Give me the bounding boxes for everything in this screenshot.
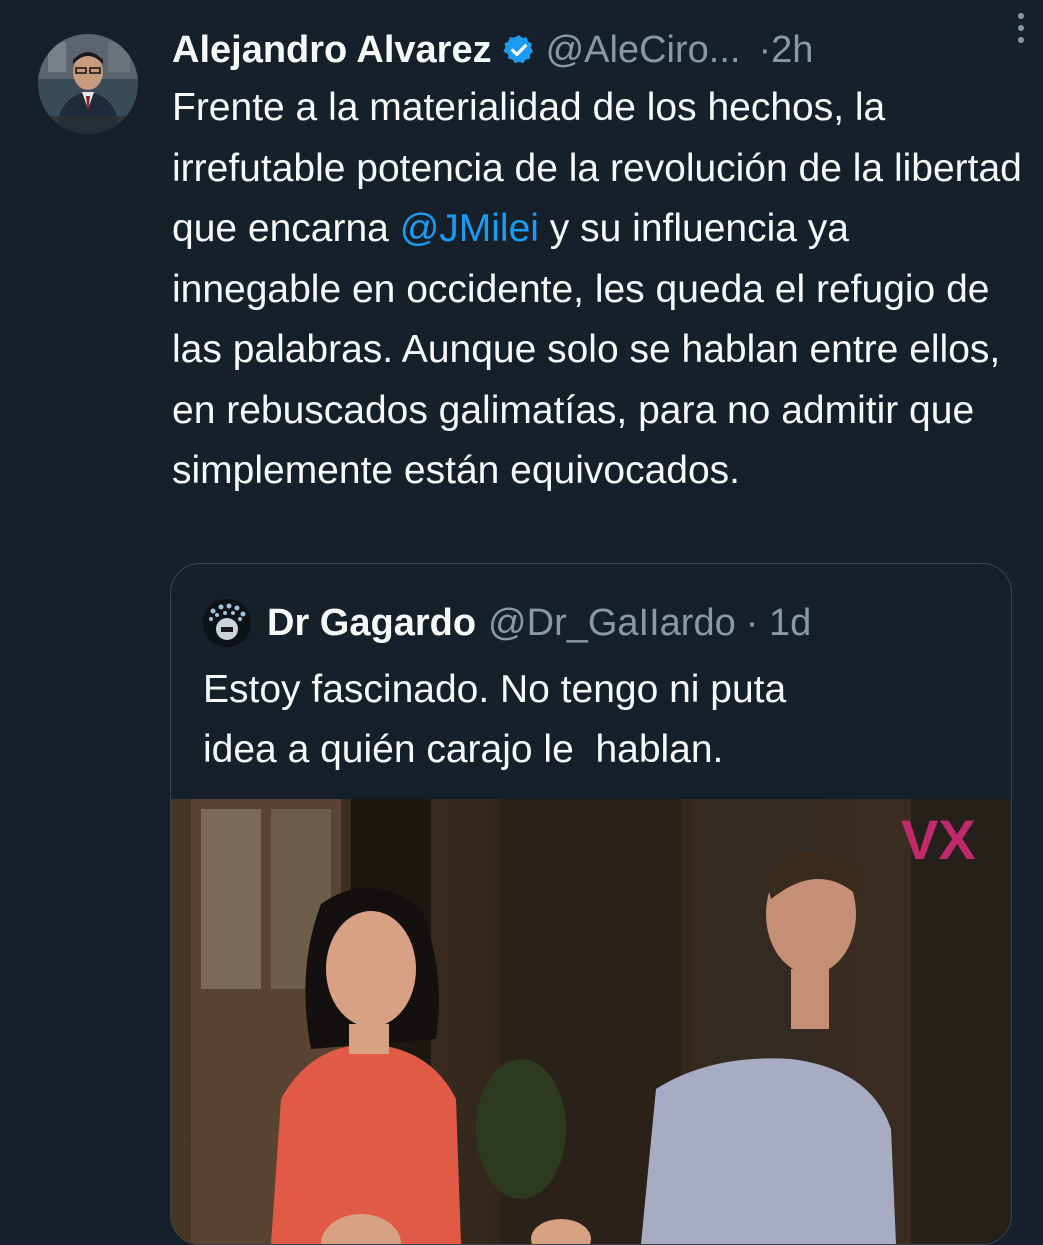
author-handle[interactable]: @AleCiro... [546,29,741,72]
quote-author-name[interactable]: Dr Gagardo [267,602,476,645]
quote-time-separator: · [745,601,759,644]
tweet-header: Alejandro Alvarez @AleCiro... ·2h [172,22,1013,78]
tweet-text: Frente a la materialidad de los hechos, … [172,78,1022,502]
more-options-icon[interactable] [1001,8,1041,48]
media-watermark: VX [901,808,976,871]
quote-author-handle[interactable]: @Dr_GaIIardo [488,602,736,645]
quote-time[interactable]: · 1d [746,602,812,645]
quote-time-value: 1d [768,601,812,644]
time-value: 2h [771,28,814,71]
quote-media-video[interactable]: VX [171,799,1011,1244]
author-name[interactable]: Alejandro Alvarez [172,29,492,72]
quote-text: Estoy fascinado. No tengo ni puta idea a… [203,668,787,771]
author-avatar[interactable] [38,34,138,134]
quote-author-avatar[interactable] [203,599,251,647]
time-separator: · [758,28,772,71]
verified-badge-icon [502,33,536,67]
quote-header: Dr Gagardo @Dr_GaIIardo · 1d [203,588,811,658]
tweet-time[interactable]: ·2h [758,29,813,72]
video-thumbnail: VX [171,799,1011,1244]
quoted-tweet[interactable]: Dr Gagardo @Dr_GaIIardo · 1d Estoy fasci… [170,563,1012,1245]
mention-link[interactable]: @JMilei [400,207,539,250]
